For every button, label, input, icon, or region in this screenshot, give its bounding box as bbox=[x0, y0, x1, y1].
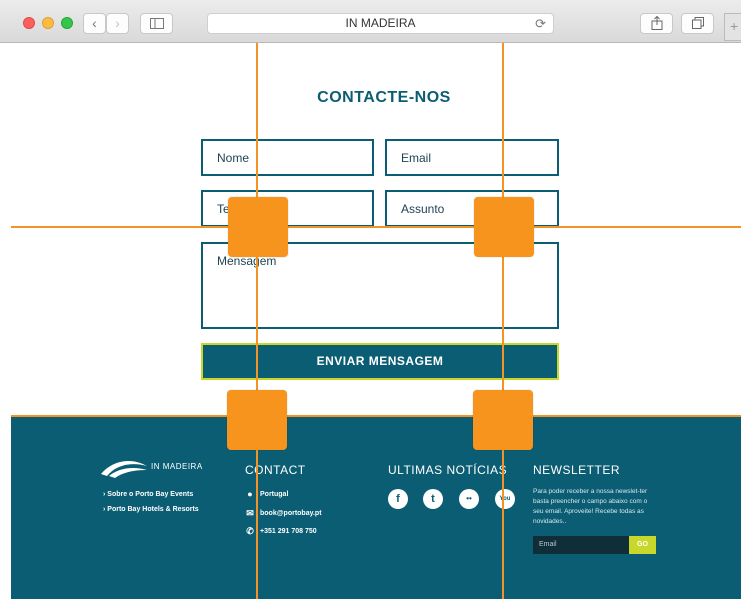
brand-name: IN MADEIRA bbox=[151, 462, 203, 471]
email-field[interactable]: Email bbox=[385, 139, 559, 176]
newsletter-go-button[interactable]: GO bbox=[629, 536, 656, 554]
send-message-button[interactable]: ENVIAR MENSAGEM bbox=[201, 343, 559, 380]
address-bar[interactable]: IN MADEIRA ⟳ bbox=[207, 13, 554, 34]
contact-heading: CONTACT bbox=[245, 463, 306, 477]
latest-news-heading: ULTIMAS NOTÍCIAS bbox=[388, 463, 508, 477]
guide-drag-handle[interactable] bbox=[474, 197, 534, 257]
reload-icon[interactable]: ⟳ bbox=[535, 14, 546, 33]
email-text[interactable]: book@portobay.pt bbox=[260, 510, 322, 517]
newsletter-heading: NEWSLETTER bbox=[533, 463, 621, 477]
chevron-left-icon: ‹ bbox=[92, 15, 97, 31]
flickr-icon[interactable]: •• bbox=[459, 489, 479, 509]
facebook-icon[interactable]: f bbox=[388, 489, 408, 509]
subject-placeholder: Assunto bbox=[401, 202, 445, 216]
minimize-window-button[interactable] bbox=[42, 17, 54, 29]
browser-toolbar: ‹ › IN MADEIRA ⟳ + bbox=[0, 0, 741, 43]
location-text: Portugal bbox=[260, 490, 289, 498]
chevron-right-icon: › bbox=[115, 15, 120, 31]
guide-drag-handle[interactable] bbox=[228, 197, 288, 257]
sidebar-toggle-button[interactable] bbox=[140, 13, 173, 34]
forward-button[interactable]: › bbox=[106, 13, 129, 34]
email-placeholder: Email bbox=[401, 151, 432, 165]
back-button[interactable]: ‹ bbox=[83, 13, 106, 34]
youtube-icon[interactable]: You bbox=[495, 489, 515, 509]
close-window-button[interactable] bbox=[23, 17, 35, 29]
link-porto-bay-hotels[interactable]: › Porto Bay Hotels & Resorts bbox=[103, 506, 199, 513]
guide-drag-handle[interactable] bbox=[227, 390, 287, 450]
in-madeira-logo-icon bbox=[101, 460, 147, 478]
horizontal-guide-line[interactable] bbox=[11, 415, 741, 417]
tabs-icon bbox=[691, 17, 704, 29]
contact-location: ● Portugal bbox=[245, 489, 288, 499]
page-title: CONTACTE-NOS bbox=[317, 89, 451, 106]
horizontal-guide-line[interactable] bbox=[11, 226, 741, 228]
newsletter-email-input[interactable]: Email bbox=[533, 536, 629, 554]
guide-drag-handle[interactable] bbox=[473, 390, 533, 450]
twitter-icon[interactable]: t bbox=[423, 489, 443, 509]
name-field[interactable]: Nome bbox=[201, 139, 374, 176]
newsletter-description: Para poder receber a nossa newslet-ter b… bbox=[533, 488, 648, 525]
location-pin-icon: ● bbox=[247, 489, 253, 499]
link-about-porto-bay-events[interactable]: › Sobre o Porto Bay Events bbox=[103, 491, 193, 498]
site-footer: IN MADEIRA › Sobre o Porto Bay Events › … bbox=[11, 417, 741, 599]
mail-icon: ✉ bbox=[246, 508, 254, 518]
zoom-window-button[interactable] bbox=[61, 17, 73, 29]
new-tab-button[interactable]: + bbox=[724, 13, 741, 41]
phone-text: +351 291 708 750 bbox=[260, 528, 317, 535]
vertical-guide-line[interactable] bbox=[256, 43, 258, 599]
name-placeholder: Nome bbox=[217, 151, 250, 165]
share-button[interactable] bbox=[640, 13, 673, 34]
phone-icon: ✆ bbox=[246, 526, 254, 536]
sidebar-icon bbox=[149, 18, 164, 29]
page-url-title: IN MADEIRA bbox=[345, 16, 416, 30]
share-icon bbox=[651, 15, 662, 30]
show-tabs-button[interactable] bbox=[681, 13, 714, 34]
web-page: CONTACTE-NOS Nome Email Te Assunto Mensa… bbox=[11, 43, 741, 599]
vertical-guide-line[interactable] bbox=[502, 43, 504, 599]
